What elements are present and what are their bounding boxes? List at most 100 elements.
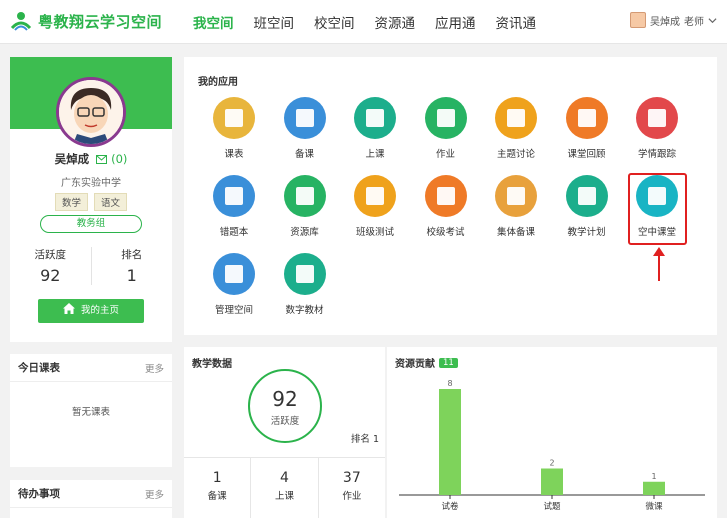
todo-title: 待办事项	[18, 488, 60, 500]
nav-news[interactable]: 资讯通	[496, 12, 537, 32]
user-menu[interactable]: 吴焯成 老师	[630, 12, 717, 28]
avatar-cartoon-icon	[59, 80, 123, 144]
count-value: 1	[212, 470, 222, 486]
app-label: 校级考试	[426, 227, 465, 238]
count-value: 37	[342, 470, 361, 486]
count-label: 上课	[274, 491, 294, 502]
app-book[interactable]: 错题本	[204, 175, 264, 238]
my-homepage-label: 我的主页	[80, 305, 119, 316]
app-tracking[interactable]: 学情跟踪	[627, 97, 687, 160]
chevron-down-icon	[708, 17, 717, 23]
activity-stat: 活跃度 92	[10, 247, 92, 285]
arrow-line	[658, 253, 660, 281]
count-class[interactable]: 4 上课	[251, 458, 319, 518]
app-glyph	[295, 109, 314, 127]
app-glyph	[225, 109, 243, 127]
teaching-activity-value: 92	[272, 387, 298, 411]
message-count[interactable]: (0)	[111, 152, 127, 166]
app-label: 错题本	[219, 227, 249, 238]
app-homework[interactable]: 作业	[416, 97, 476, 160]
app-label: 班级测试	[355, 227, 394, 238]
bar-value-label: 1	[651, 472, 656, 481]
nav-school-space[interactable]: 校空间	[314, 12, 355, 32]
app-class-test[interactable]: 班级测试	[345, 175, 405, 238]
teaching-rank: 排名 1	[350, 434, 379, 445]
app-glyph	[225, 187, 243, 205]
activity-label: 活跃度	[34, 249, 67, 261]
app-label: 备课	[294, 149, 314, 160]
rank-value: 1	[126, 266, 137, 285]
homework-icon	[424, 97, 467, 139]
app-plan[interactable]: 教学计划	[557, 175, 617, 238]
app-glyph	[366, 109, 384, 127]
app-review[interactable]: 课堂回顾	[557, 97, 617, 160]
resource-bar-chart: 8 试卷 2 试题 1 微课	[399, 379, 705, 512]
nav-apps[interactable]: 应用通	[435, 12, 476, 32]
app-label: 资源库	[290, 227, 319, 238]
app-home[interactable]: 管理空间	[204, 253, 264, 316]
count-prep[interactable]: 1 备课	[184, 458, 252, 518]
highlight-box	[628, 173, 687, 245]
logo-icon	[10, 12, 32, 31]
logo-text: 粤教翔云学习空间	[38, 12, 163, 31]
app-library[interactable]: 资源库	[275, 175, 335, 238]
group-prep-icon	[495, 175, 537, 217]
nav-my-space[interactable]: 我空间	[193, 12, 234, 32]
subject-tags: 数学 语文	[10, 193, 172, 211]
bar-2[interactable]	[643, 481, 665, 495]
bar-value-label: 8	[447, 379, 452, 388]
profile-school: 广东实验中学	[61, 178, 121, 189]
bar-0[interactable]	[439, 389, 461, 495]
app-glyph	[366, 187, 384, 205]
plan-icon	[565, 175, 608, 217]
nav-resources[interactable]: 资源通	[375, 12, 416, 32]
my-homepage-button[interactable]: 我的主页	[38, 299, 144, 323]
avatar[interactable]	[56, 77, 126, 147]
teaching-counts: 1 备课 4 上课 37 作业	[184, 457, 385, 518]
app-table[interactable]: 课表	[204, 97, 264, 160]
app-digital-textbook[interactable]: 数字教材	[275, 253, 335, 316]
todo-header: 待办事项 更多	[10, 480, 172, 508]
review-icon	[565, 97, 608, 139]
count-homework[interactable]: 37 作业	[319, 458, 385, 518]
app-glyph	[295, 187, 314, 205]
app-label: 上课	[365, 149, 385, 160]
my-apps-panel: 我的应用 课表 备课 上课 作业 主题讨论 课堂回顾 学情跟踪 错题本 资源库 班级测试 校级考试 集…	[184, 57, 717, 335]
app-prep[interactable]: 备课	[275, 97, 335, 160]
bar-value-label: 2	[549, 459, 554, 468]
x-tick-label: 试卷	[441, 501, 459, 512]
profile-stats: 活跃度 92 排名 1	[10, 247, 172, 285]
app-teach[interactable]: 上课	[345, 97, 405, 160]
resource-contribution-card: 资源贡献 11 8 试卷 2 试题 1 微课	[387, 347, 717, 518]
table-icon	[213, 97, 255, 139]
teaching-data-title: 教学数据	[192, 359, 232, 370]
activity-value: 92	[40, 266, 61, 285]
rank-label: 排名	[121, 249, 143, 261]
profile-card: 吴焯成 (0) 广东实验中学 数学 语文 教务组 活跃度 92 排名 1 我的主…	[10, 57, 172, 342]
app-school-exam[interactable]: 校级考试	[416, 175, 476, 238]
app-group-prep[interactable]: 集体备课	[486, 175, 546, 238]
group-badge[interactable]: 教务组	[40, 215, 142, 233]
count-label: 作业	[342, 491, 362, 502]
app-label: 主题讨论	[496, 149, 535, 160]
main-nav: 我空间 班空间 校空间 资源通 应用通 资讯通	[193, 12, 556, 32]
bar-1[interactable]	[541, 468, 563, 496]
profile-name: 吴焯成 (0)	[10, 151, 172, 167]
app-glyph	[577, 187, 596, 205]
todo-more-link[interactable]: 更多	[145, 487, 164, 501]
nav-class-space[interactable]: 班空间	[254, 12, 295, 32]
app-glyph	[648, 109, 666, 127]
logo[interactable]: 粤教翔云学习空间	[10, 10, 162, 32]
app-discussion[interactable]: 主题讨论	[486, 97, 546, 160]
app-label: 教学计划	[567, 227, 606, 238]
mail-icon[interactable]	[96, 155, 108, 164]
app-label: 数字教材	[285, 305, 324, 316]
x-tick-label: 微课	[645, 501, 663, 512]
app-label: 集体备课	[496, 227, 535, 238]
app-label: 学情跟踪	[637, 149, 676, 160]
app-label: 管理空间	[214, 305, 253, 316]
app-glyph	[436, 109, 455, 127]
today-schedule-more-link[interactable]: 更多	[145, 361, 164, 375]
class-test-icon	[354, 175, 396, 217]
book-icon	[213, 175, 255, 217]
